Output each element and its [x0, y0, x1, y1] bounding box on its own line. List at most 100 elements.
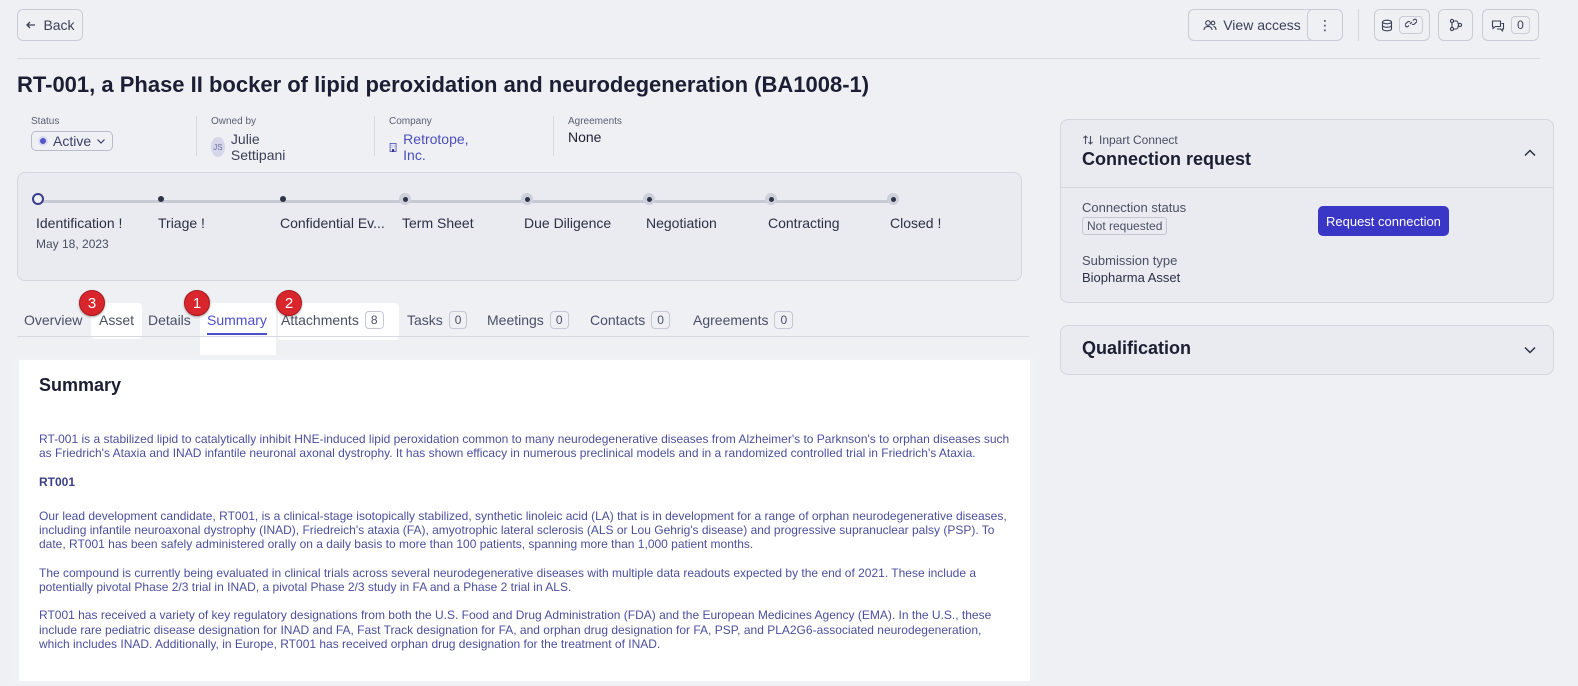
owner-name[interactable]: Julie Settipani	[231, 131, 292, 163]
database-link-button[interactable]	[1374, 9, 1430, 41]
summary-paragraph: RT-001 is a stabilized lipid to catalyti…	[39, 432, 1010, 461]
tab-label: Contacts	[590, 312, 646, 328]
tab-label: Summary	[207, 312, 267, 328]
meta-divider	[553, 116, 554, 156]
stage-label: Confidential Ev...	[280, 215, 385, 231]
connect-subtitle: Inpart Connect	[1082, 133, 1251, 147]
submission-type-field: Submission type Biopharma Asset	[1082, 253, 1180, 285]
back-label: Back	[43, 17, 75, 33]
workflow-icon	[1449, 18, 1462, 32]
company-label: Company	[389, 116, 432, 127]
tab-tasks[interactable]: Tasks 0	[407, 303, 468, 337]
status-dot-icon	[38, 136, 48, 146]
meta-divider	[374, 116, 375, 156]
tab-asset[interactable]: Asset	[99, 303, 134, 337]
stage-triage[interactable]: Triage !	[155, 193, 205, 231]
tab-label: Asset	[99, 312, 135, 328]
connection-title: Connection request	[1082, 149, 1252, 169]
stage-complete-icon	[158, 196, 164, 202]
qualification-panel[interactable]: Qualification	[1060, 325, 1554, 375]
annotation-marker: 3	[79, 290, 105, 316]
view-access-button[interactable]: View access	[1188, 9, 1316, 41]
users-icon	[1203, 20, 1217, 31]
stage-label: Closed !	[890, 215, 942, 231]
summary-title: Summary	[39, 375, 122, 395]
top-bar: Back View access ⋮ 0	[17, 9, 1548, 41]
link-badge	[1399, 16, 1423, 34]
stage-pending-icon	[765, 193, 777, 205]
summary-paragraph: The compound is currently being evaluate…	[39, 565, 977, 595]
swap-arrows-icon	[1083, 135, 1093, 145]
connection-status-label: Connection status	[1082, 200, 1187, 215]
status-label: Status	[31, 116, 60, 127]
tab-meetings[interactable]: Meetings 0	[487, 303, 569, 337]
stage-negotiation[interactable]: Negotiation	[643, 193, 717, 231]
panel-divider	[1061, 187, 1553, 188]
stage-label: Contracting	[768, 215, 840, 231]
building-icon	[389, 142, 397, 152]
stage-pending-icon	[887, 193, 899, 205]
agreements-label: Agreements	[568, 116, 622, 127]
back-button[interactable]: Back	[17, 9, 83, 41]
chevron-down-icon[interactable]	[1523, 343, 1537, 357]
avatar: JS	[211, 137, 225, 157]
owner-field: Owned by JS Julie Settipani	[211, 116, 291, 163]
status-value: Active	[53, 133, 92, 149]
stage-label: Identification !	[36, 215, 123, 231]
tab-count: 0	[448, 311, 468, 329]
more-vertical-icon: ⋮	[1318, 16, 1332, 33]
connection-status-field: Connection status Not requested	[1082, 200, 1186, 235]
tab-contacts[interactable]: Contacts 0	[590, 303, 670, 337]
stage-contracting[interactable]: Contracting	[765, 193, 840, 231]
tab-label: Tasks	[407, 312, 443, 328]
tab-label: Meetings	[487, 312, 544, 328]
connection-request-panel: Inpart Connect Connection request Connec…	[1060, 119, 1554, 303]
comments-button[interactable]: 0	[1482, 9, 1539, 41]
stage-due-diligence[interactable]: Due Diligence	[521, 193, 611, 231]
stage-pending-icon	[399, 193, 411, 205]
comments-icon	[1492, 19, 1505, 32]
more-options-button[interactable]: ⋮	[1307, 9, 1343, 41]
pipeline-stages: Identification ! May 18, 2023 Triage ! C…	[17, 172, 1022, 281]
tab-summary[interactable]: Summary	[207, 303, 267, 337]
tab-count: 8	[364, 311, 384, 329]
annotation-marker: 1	[184, 290, 210, 316]
stage-label: Due Diligence	[524, 215, 612, 231]
tab-overview[interactable]: Overview	[24, 303, 82, 337]
header-divider	[17, 58, 1540, 59]
tab-label: Agreements	[693, 312, 769, 328]
tab-bar: Overview Asset Details Summary Attachmen…	[17, 303, 1029, 337]
company-link[interactable]: Retrotope, Inc.	[403, 131, 471, 163]
stage-pending-icon	[643, 193, 655, 205]
comments-count: 0	[1511, 16, 1530, 34]
agreements-value: None	[568, 129, 602, 145]
stage-identification[interactable]: Identification ! May 18, 2023	[32, 193, 122, 251]
stage-closed[interactable]: Closed !	[887, 193, 941, 231]
stage-confidential[interactable]: Confidential Ev...	[277, 193, 385, 231]
chevron-up-icon[interactable]	[1523, 146, 1537, 160]
tab-label: Overview	[24, 312, 83, 328]
tab-agreements[interactable]: Agreements 0	[693, 303, 794, 337]
company-field: Company Retrotope, Inc.	[389, 116, 471, 163]
request-connection-button[interactable]: Request connection	[1318, 206, 1449, 236]
stage-current-icon	[32, 193, 44, 205]
agreements-field: Agreements None	[568, 116, 622, 145]
arrow-left-icon	[26, 21, 36, 29]
database-icon	[1381, 19, 1393, 31]
summary-paragraph: RT001 has received a variety of key regu…	[39, 608, 992, 651]
workflow-button[interactable]	[1438, 9, 1473, 41]
submission-type-label: Submission type	[1082, 253, 1178, 268]
owner-label: Owned by	[211, 116, 257, 127]
status-select[interactable]: Active	[31, 131, 114, 151]
stage-pending-icon	[521, 193, 533, 205]
stage-label: Triage !	[158, 215, 205, 231]
connect-subtitle-text: Inpart Connect	[1099, 133, 1178, 147]
annotation-marker: 2	[276, 290, 302, 316]
view-access-label: View access	[1223, 17, 1301, 33]
stage-complete-icon	[280, 196, 286, 202]
stage-term-sheet[interactable]: Term Sheet	[399, 193, 474, 231]
stage-date: May 18, 2023	[36, 237, 109, 251]
summary-paragraph: Our lead development candidate, RT001, i…	[39, 508, 1007, 552]
tab-label: Details	[148, 312, 191, 328]
connection-status-badge: Not requested	[1082, 217, 1168, 235]
